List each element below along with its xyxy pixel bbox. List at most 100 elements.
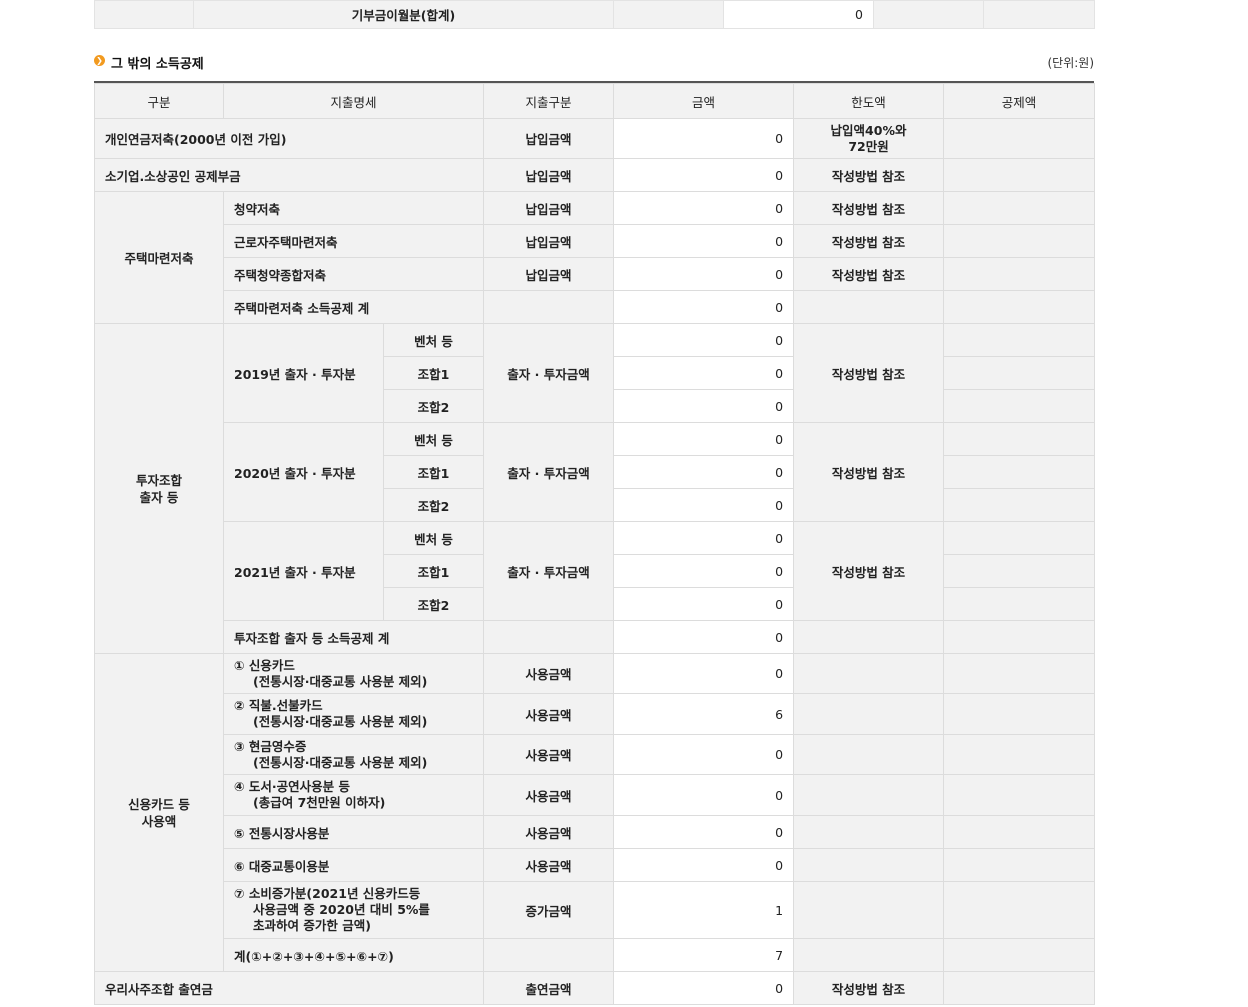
invest-sub-amount[interactable]: 0 xyxy=(613,587,795,621)
card-item-deduction xyxy=(943,734,1096,775)
col-header-type: 지출구분 xyxy=(483,83,615,119)
housing-item-name: 근로자주택마련저축 xyxy=(222,224,485,258)
blank-cell xyxy=(793,938,945,972)
card-total-deduction xyxy=(943,938,1096,972)
card-item-amount[interactable]: 0 xyxy=(613,774,795,816)
invest-sub-amount[interactable]: 0 xyxy=(613,554,795,588)
invest-sub-name: 조합2 xyxy=(382,587,485,621)
card-item-line1: ④ 도서·공연사용분 등 xyxy=(234,779,351,794)
card-item-label: ③ 현금영수증 (전통시장·대중교통 사용분 제외) xyxy=(222,734,485,775)
col-header-limit: 한도액 xyxy=(793,83,945,119)
card-item-amount[interactable]: 0 xyxy=(613,734,795,775)
card-item-amount[interactable]: 6 xyxy=(613,693,795,735)
card-item-amount[interactable]: 0 xyxy=(613,848,795,882)
blank-cell xyxy=(793,734,945,775)
blank-cell xyxy=(94,0,194,29)
blank-cell xyxy=(483,290,615,324)
blank-cell xyxy=(483,938,615,972)
employee-stock-amount[interactable]: 0 xyxy=(613,971,795,1005)
invest-sub-name: 벤처 등 xyxy=(382,422,485,456)
housing-item-deduction xyxy=(943,257,1096,291)
housing-item-name: 청약저축 xyxy=(222,191,485,225)
housing-item-limit: 작성방법 참조 xyxy=(793,224,945,258)
card-increase-amount[interactable]: 1 xyxy=(613,881,795,939)
other-deductions-table: 구분 지출명세 지출구분 금액 한도액 공제액 개인연금저축(2000년 이전 … xyxy=(93,81,1096,1005)
card-item-amount[interactable]: 0 xyxy=(613,815,795,849)
housing-total-label: 주택마련저축 소득공제 계 xyxy=(222,290,485,324)
card-item-deduction xyxy=(943,815,1096,849)
table-row: 계(①+②+③+④+⑤+⑥+⑦) 7 xyxy=(95,938,1096,972)
card-item-deduction xyxy=(943,653,1096,694)
invest-category-line1: 투자조합 xyxy=(135,472,182,488)
invest-sub-amount[interactable]: 0 xyxy=(613,323,795,357)
table-row: 근로자주택마련저축 납입금액 0 작성방법 참조 xyxy=(95,224,1096,258)
table-row: ② 직불.선불카드 (전통시장·대중교통 사용분 제외) 사용금액 6 xyxy=(95,693,1096,735)
invest-deduction xyxy=(943,554,1096,588)
small-biz-amount[interactable]: 0 xyxy=(613,158,795,192)
pension-deduction xyxy=(943,118,1096,159)
table-row: ⑥ 대중교통이용분 사용금액 0 xyxy=(95,848,1096,882)
invest-total-label: 투자조합 출자 등 소득공제 계 xyxy=(222,620,485,654)
col-header-amount: 금액 xyxy=(613,83,795,119)
card-item-deduction xyxy=(943,774,1096,816)
invest-deduction xyxy=(943,356,1096,390)
donation-carryover-amount[interactable]: 0 xyxy=(723,0,874,29)
blank-cell xyxy=(793,848,945,882)
invest-sub-amount[interactable]: 0 xyxy=(613,521,795,555)
blank-cell xyxy=(793,774,945,816)
invest-sub-amount[interactable]: 0 xyxy=(613,455,795,489)
invest-deduction xyxy=(943,455,1096,489)
table-row: 주택청약종합저축 납입금액 0 작성방법 참조 xyxy=(95,257,1096,291)
card-item-label: ⑥ 대중교통이용분 xyxy=(222,848,485,882)
blank-cell xyxy=(793,881,945,939)
employee-stock-deduction xyxy=(943,971,1096,1005)
housing-item-deduction xyxy=(943,224,1096,258)
blank-cell xyxy=(613,0,724,29)
invest-sub-amount[interactable]: 0 xyxy=(613,488,795,522)
invest-sub-amount[interactable]: 0 xyxy=(613,389,795,423)
card-increase-line2: 사용금액 중 2020년 대비 5%를 xyxy=(253,902,430,917)
employee-stock-limit: 작성방법 참조 xyxy=(793,971,945,1005)
blank-cell xyxy=(793,653,945,694)
card-item-line2: (전통시장·대중교통 사용분 제외) xyxy=(253,673,428,689)
housing-item-amount[interactable]: 0 xyxy=(613,191,795,225)
card-category-line1: 신용카드 등 xyxy=(128,796,190,812)
blank-cell xyxy=(983,0,1095,29)
pension-amount[interactable]: 0 xyxy=(613,118,795,159)
employee-stock-label: 우리사주조합 출연금 xyxy=(93,971,485,1005)
invest-year-label: 2019년 출자 · 투자분 xyxy=(223,323,384,423)
card-item-type: 사용금액 xyxy=(483,848,615,882)
col-header-detail: 지출명세 xyxy=(222,83,485,119)
card-item-label: ① 신용카드 (전통시장·대중교통 사용분 제외) xyxy=(222,653,485,694)
table-row: 신용카드 등 사용액 ① 신용카드 (전통시장·대중교통 사용분 제외) 사용금액 … xyxy=(94,653,1096,972)
invest-category-line2: 출자 등 xyxy=(139,489,179,505)
invest-year-label: 2020년 출자 · 투자분 xyxy=(223,422,384,522)
housing-item-amount[interactable]: 0 xyxy=(613,224,795,258)
housing-total-deduction xyxy=(943,290,1096,324)
housing-total-amount: 0 xyxy=(613,290,795,324)
card-item-label: ④ 도서·공연사용분 등 (총급여 7천만원 이하자) xyxy=(222,774,485,816)
card-total-amount: 7 xyxy=(613,938,795,972)
housing-category: 주택마련저축 xyxy=(94,191,224,324)
blank-cell xyxy=(483,620,615,654)
invest-limit: 작성방법 참조 xyxy=(793,521,945,621)
table-row: 우리사주조합 출연금 출연금액 0 작성방법 참조 xyxy=(93,971,1096,1005)
housing-item-limit: 작성방법 참조 xyxy=(793,191,945,225)
card-category-line2: 사용액 xyxy=(141,813,177,829)
card-item-type: 사용금액 xyxy=(483,815,615,849)
table-row: 투자조합 출자 등 소득공제 계 0 xyxy=(95,620,1096,654)
invest-deduction xyxy=(943,323,1096,357)
invest-type: 출자 · 투자금액 xyxy=(483,323,615,423)
housing-item-type: 납입금액 xyxy=(483,191,615,225)
section-title: 그 밖의 소득공제 xyxy=(111,57,204,72)
invest-sub-amount[interactable]: 0 xyxy=(613,356,795,390)
card-item-line1: ③ 현금영수증 xyxy=(234,738,307,754)
housing-item-amount[interactable]: 0 xyxy=(613,257,795,291)
table-header-row: 구분 지출명세 지출구분 금액 한도액 공제액 xyxy=(94,83,1096,119)
invest-sub-amount[interactable]: 0 xyxy=(613,422,795,456)
card-increase-deduction xyxy=(943,881,1096,939)
card-item-amount[interactable]: 0 xyxy=(613,653,795,694)
card-total-label: 계(①+②+③+④+⑤+⑥+⑦) xyxy=(222,938,485,972)
housing-item-limit: 작성방법 참조 xyxy=(793,257,945,291)
pension-limit: 납입액40%와 72만원 xyxy=(793,118,945,159)
